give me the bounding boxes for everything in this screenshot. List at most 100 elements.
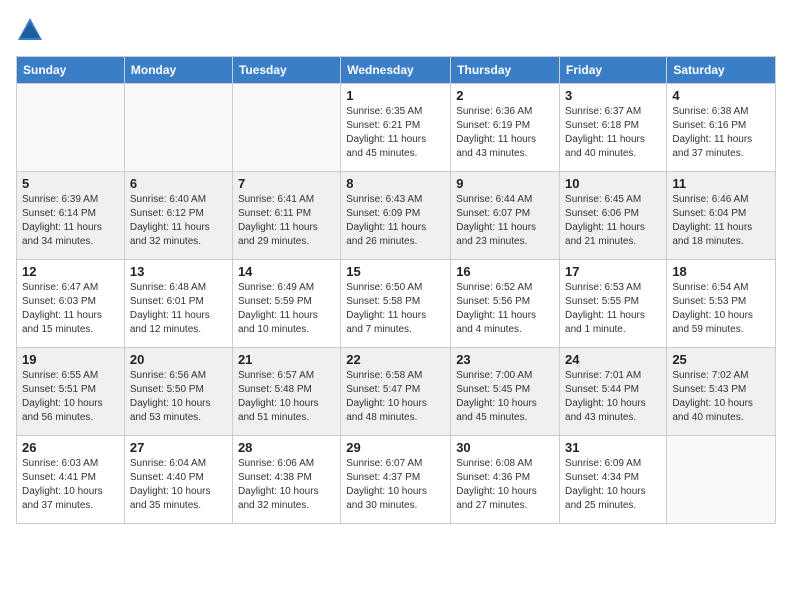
calendar-header-row: SundayMondayTuesdayWednesdayThursdayFrid…: [17, 57, 776, 84]
day-info-text: Sunrise: 6:45 AM Sunset: 6:06 PM Dayligh…: [565, 193, 661, 249]
calendar-day-cell: 7Sunrise: 6:41 AM Sunset: 6:11 PM Daylig…: [232, 172, 340, 260]
day-info-text: Sunrise: 6:36 AM Sunset: 6:19 PM Dayligh…: [456, 105, 554, 161]
logo-icon: [16, 16, 44, 44]
day-number: 5: [22, 176, 119, 191]
day-info-text: Sunrise: 6:55 AM Sunset: 5:51 PM Dayligh…: [22, 369, 119, 425]
calendar-day-cell: [17, 84, 125, 172]
calendar-day-cell: 14Sunrise: 6:49 AM Sunset: 5:59 PM Dayli…: [232, 260, 340, 348]
calendar-header-saturday: Saturday: [667, 57, 776, 84]
day-info-text: Sunrise: 6:57 AM Sunset: 5:48 PM Dayligh…: [238, 369, 335, 425]
day-info-text: Sunrise: 6:47 AM Sunset: 6:03 PM Dayligh…: [22, 281, 119, 337]
day-info-text: Sunrise: 7:02 AM Sunset: 5:43 PM Dayligh…: [672, 369, 770, 425]
day-info-text: Sunrise: 6:41 AM Sunset: 6:11 PM Dayligh…: [238, 193, 335, 249]
calendar-day-cell: 15 Sunrise: 6:50 AM Sunset: 5:58 PM Dayli…: [341, 260, 451, 348]
day-info-text: Sunrise: 6:53 AM Sunset: 5:55 PM Dayligh…: [565, 281, 661, 337]
day-info-text: Sunrise: 6:52 AM Sunset: 5:56 PM Dayligh…: [456, 281, 554, 337]
day-number: 22: [346, 352, 445, 367]
calendar-day-cell: [667, 436, 776, 524]
calendar-day-cell: 3Sunrise: 6:37 AM Sunset: 6:18 PM Daylig…: [560, 84, 667, 172]
calendar-day-cell: 8 Sunrise: 6:43 AM Sunset: 6:09 PM Daylig…: [341, 172, 451, 260]
calendar-day-cell: 9 Sunrise: 6:44 AM Sunset: 6:07 PM Daylig…: [451, 172, 560, 260]
calendar-week-row: 26 Sunrise: 6:03 AM Sunset: 4:41 PM Dayli…: [17, 436, 776, 524]
calendar-day-cell: 21 Sunrise: 6:57 AM Sunset: 5:48 PM Dayli…: [232, 348, 340, 436]
day-info-text: Sunrise: 6:43 AM Sunset: 6:09 PM Dayligh…: [346, 193, 445, 249]
day-info-text: Sunrise: 6:54 AM Sunset: 5:53 PM Dayligh…: [672, 281, 770, 337]
calendar-day-cell: [124, 84, 232, 172]
calendar-day-cell: 6 Sunrise: 6:40 AM Sunset: 6:12 PM Daylig…: [124, 172, 232, 260]
day-info-text: Sunrise: 6:50 AM Sunset: 5:58 PM Dayligh…: [346, 281, 445, 337]
day-info-text: Sunrise: 6:58 AM Sunset: 5:47 PM Dayligh…: [346, 369, 445, 425]
day-info-text: Sunrise: 6:07 AM Sunset: 4:37 PM Dayligh…: [346, 457, 445, 513]
calendar-week-row: 12 Sunrise: 6:47 AM Sunset: 6:03 PM Dayli…: [17, 260, 776, 348]
calendar-week-row: 19 Sunrise: 6:55 AM Sunset: 5:51 PM Dayli…: [17, 348, 776, 436]
calendar-day-cell: 12 Sunrise: 6:47 AM Sunset: 6:03 PM Dayli…: [17, 260, 125, 348]
calendar-day-cell: 19 Sunrise: 6:55 AM Sunset: 5:51 PM Dayli…: [17, 348, 125, 436]
day-number: 26: [22, 440, 119, 455]
day-number: 24: [565, 352, 661, 367]
calendar-header-thursday: Thursday: [451, 57, 560, 84]
calendar-header-tuesday: Tuesday: [232, 57, 340, 84]
calendar-day-cell: 16Sunrise: 6:52 AM Sunset: 5:56 PM Dayli…: [451, 260, 560, 348]
calendar-header-sunday: Sunday: [17, 57, 125, 84]
calendar-day-cell: 27 Sunrise: 6:04 AM Sunset: 4:40 PM Dayli…: [124, 436, 232, 524]
day-info-text: Sunrise: 6:40 AM Sunset: 6:12 PM Dayligh…: [130, 193, 227, 249]
day-number: 8: [346, 176, 445, 191]
calendar-day-cell: 31 Sunrise: 6:09 AM Sunset: 4:34 PM Dayli…: [560, 436, 667, 524]
day-number: 25: [672, 352, 770, 367]
calendar-header-friday: Friday: [560, 57, 667, 84]
calendar-week-row: 1 Sunrise: 6:35 AM Sunset: 6:21 PM Daylig…: [17, 84, 776, 172]
day-number: 10: [565, 176, 661, 191]
day-info-text: Sunrise: 7:01 AM Sunset: 5:44 PM Dayligh…: [565, 369, 661, 425]
page-header: [16, 16, 776, 44]
calendar-day-cell: 24 Sunrise: 7:01 AM Sunset: 5:44 PM Dayli…: [560, 348, 667, 436]
calendar-day-cell: 17 Sunrise: 6:53 AM Sunset: 5:55 PM Dayli…: [560, 260, 667, 348]
calendar-day-cell: 18 Sunrise: 6:54 AM Sunset: 5:53 PM Dayli…: [667, 260, 776, 348]
day-number: 6: [130, 176, 227, 191]
calendar-day-cell: 5 Sunrise: 6:39 AM Sunset: 6:14 PM Daylig…: [17, 172, 125, 260]
calendar-day-cell: [232, 84, 340, 172]
day-number: 1: [346, 88, 445, 103]
day-info-text: Sunrise: 6:56 AM Sunset: 5:50 PM Dayligh…: [130, 369, 227, 425]
day-number: 18: [672, 264, 770, 279]
calendar-header-monday: Monday: [124, 57, 232, 84]
day-info-text: Sunrise: 6:09 AM Sunset: 4:34 PM Dayligh…: [565, 457, 661, 513]
calendar-day-cell: 20Sunrise: 6:56 AM Sunset: 5:50 PM Dayli…: [124, 348, 232, 436]
day-info-text: Sunrise: 6:39 AM Sunset: 6:14 PM Dayligh…: [22, 193, 119, 249]
day-info-text: Sunrise: 6:44 AM Sunset: 6:07 PM Dayligh…: [456, 193, 554, 249]
day-info-text: Sunrise: 6:37 AM Sunset: 6:18 PM Dayligh…: [565, 105, 661, 161]
day-info-text: Sunrise: 6:38 AM Sunset: 6:16 PM Dayligh…: [672, 105, 770, 161]
day-info-text: Sunrise: 6:35 AM Sunset: 6:21 PM Dayligh…: [346, 105, 445, 161]
day-number: 23: [456, 352, 554, 367]
day-number: 31: [565, 440, 661, 455]
calendar-day-cell: 26 Sunrise: 6:03 AM Sunset: 4:41 PM Dayli…: [17, 436, 125, 524]
day-number: 29: [346, 440, 445, 455]
calendar-day-cell: 23 Sunrise: 7:00 AM Sunset: 5:45 PM Dayli…: [451, 348, 560, 436]
calendar-header-wednesday: Wednesday: [341, 57, 451, 84]
day-number: 4: [672, 88, 770, 103]
calendar-day-cell: 13Sunrise: 6:48 AM Sunset: 6:01 PM Dayli…: [124, 260, 232, 348]
day-info-text: Sunrise: 6:06 AM Sunset: 4:38 PM Dayligh…: [238, 457, 335, 513]
calendar-day-cell: 28Sunrise: 6:06 AM Sunset: 4:38 PM Dayli…: [232, 436, 340, 524]
day-number: 9: [456, 176, 554, 191]
calendar-day-cell: 1 Sunrise: 6:35 AM Sunset: 6:21 PM Daylig…: [341, 84, 451, 172]
calendar-day-cell: 4 Sunrise: 6:38 AM Sunset: 6:16 PM Daylig…: [667, 84, 776, 172]
day-number: 19: [22, 352, 119, 367]
day-number: 17: [565, 264, 661, 279]
day-number: 2: [456, 88, 554, 103]
day-number: 12: [22, 264, 119, 279]
day-number: 15: [346, 264, 445, 279]
calendar-day-cell: 2 Sunrise: 6:36 AM Sunset: 6:19 PM Daylig…: [451, 84, 560, 172]
calendar-week-row: 5 Sunrise: 6:39 AM Sunset: 6:14 PM Daylig…: [17, 172, 776, 260]
calendar-day-cell: 30Sunrise: 6:08 AM Sunset: 4:36 PM Dayli…: [451, 436, 560, 524]
day-info-text: Sunrise: 7:00 AM Sunset: 5:45 PM Dayligh…: [456, 369, 554, 425]
day-info-text: Sunrise: 6:08 AM Sunset: 4:36 PM Dayligh…: [456, 457, 554, 513]
day-number: 27: [130, 440, 227, 455]
day-number: 21: [238, 352, 335, 367]
day-info-text: Sunrise: 6:04 AM Sunset: 4:40 PM Dayligh…: [130, 457, 227, 513]
day-info-text: Sunrise: 6:03 AM Sunset: 4:41 PM Dayligh…: [22, 457, 119, 513]
day-info-text: Sunrise: 6:46 AM Sunset: 6:04 PM Dayligh…: [672, 193, 770, 249]
calendar-day-cell: 11 Sunrise: 6:46 AM Sunset: 6:04 PM Dayli…: [667, 172, 776, 260]
day-number: 14: [238, 264, 335, 279]
calendar-table: SundayMondayTuesdayWednesdayThursdayFrid…: [16, 56, 776, 524]
day-number: 11: [672, 176, 770, 191]
